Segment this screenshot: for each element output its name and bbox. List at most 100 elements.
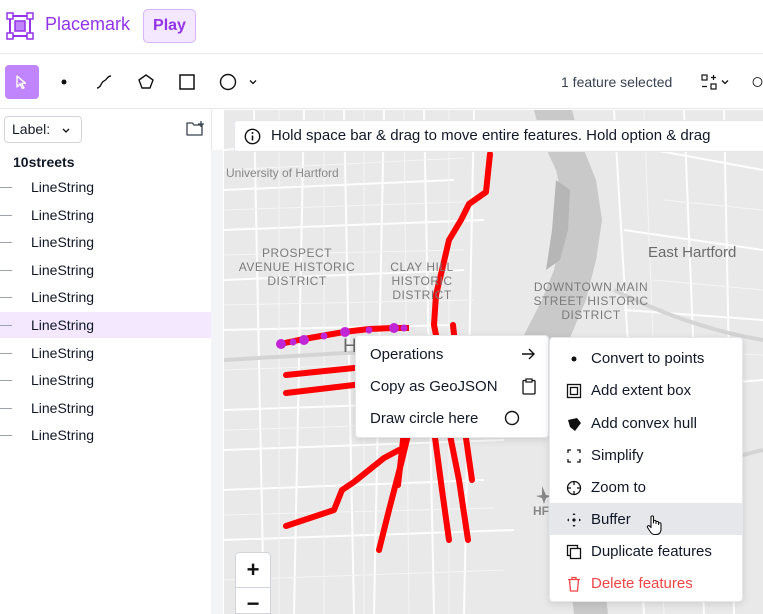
map-label-clay-hill-district: CLAY HILL HISTORIC DISTRICT (390, 260, 454, 302)
circle-tool-button[interactable] (211, 65, 245, 99)
menu-item-copy-geojson[interactable]: Copy as GeoJSON (356, 370, 550, 402)
circle-icon (219, 73, 237, 91)
label-select[interactable]: Label: (4, 116, 82, 143)
select-tool-button[interactable] (5, 65, 39, 99)
menu-item-add-convex-hull[interactable]: Add convex hull (550, 407, 743, 439)
tree-item-linestring[interactable]: LineString (0, 202, 211, 228)
menu-item-label: Delete features (591, 575, 693, 592)
menu-item-label: Buffer (591, 511, 631, 528)
operations-submenu: Convert to points Add extent box Add con… (549, 337, 743, 602)
polygon-icon (138, 74, 154, 89)
menu-item-convert-to-points[interactable]: Convert to points (550, 342, 743, 374)
circle-outline-icon (504, 410, 520, 430)
menu-item-delete-features[interactable]: Delete features (550, 567, 743, 599)
tree-item-label: LineString (31, 427, 95, 444)
sidebar-scrollbar[interactable] (211, 150, 223, 614)
tree-item-linestring[interactable]: LineString (0, 422, 211, 448)
menu-item-label: Copy as GeoJSON (370, 378, 498, 395)
tree-item-label: LineString (31, 372, 95, 389)
zoom-divider (236, 587, 270, 588)
buffer-icon (566, 512, 582, 528)
polygon-tool-button[interactable] (129, 65, 163, 99)
label-select-value: Label: (12, 121, 51, 137)
tree-item-linestring[interactable]: LineString (0, 229, 211, 255)
tree-item-label: LineString (31, 234, 95, 251)
menu-item-draw-circle[interactable]: Draw circle here (356, 402, 550, 434)
top-header: Placemark Play (0, 0, 763, 54)
point-tool-button[interactable] (47, 65, 81, 99)
rectangle-tool-button[interactable] (170, 65, 204, 99)
globe-button[interactable] (752, 65, 763, 99)
tree-item-linestring[interactable]: LineString (0, 340, 211, 366)
line-icon (96, 75, 112, 89)
app-name: Placemark (45, 14, 131, 34)
map-hint-text: Hold space bar & drag to move entire fea… (271, 127, 711, 144)
point-icon (61, 79, 67, 85)
extent-box-icon (566, 383, 582, 399)
map-label-prospect-district: PROSPECT AVENUE HISTORIC DISTRICT (238, 246, 356, 288)
map-label-university: University of Hartford (226, 166, 339, 180)
clipboard-icon (522, 378, 536, 399)
selection-status: 1 feature selected (561, 74, 673, 90)
tree-item-linestring[interactable]: LineString (0, 395, 211, 421)
menu-item-label: Draw circle here (370, 410, 479, 427)
tree-branch-line (0, 297, 12, 299)
hand-cursor-icon (646, 515, 662, 536)
crosshair-icon (566, 480, 582, 496)
tree-branch-line (0, 242, 12, 244)
menu-item-duplicate-features[interactable]: Duplicate features (550, 535, 743, 567)
tree-item-label: LineString (31, 317, 95, 333)
tree-folder-title[interactable]: 10streets (13, 154, 75, 170)
tree-item-linestring[interactable]: LineString (0, 284, 211, 310)
tree-item-label: LineString (31, 344, 95, 361)
menu-item-label: Zoom to (591, 479, 647, 496)
selection-mode-button[interactable] (696, 65, 734, 99)
tree-branch-line (0, 269, 12, 271)
add-folder-button[interactable] (186, 120, 205, 140)
cursor-arrow-icon (16, 75, 27, 90)
tree-branch-line (0, 407, 12, 409)
tree-branch-line (0, 435, 12, 437)
menu-item-label: Add convex hull (591, 415, 697, 432)
tree-item-label: LineString (31, 399, 95, 416)
menu-item-label: Simplify (591, 447, 644, 464)
menu-item-zoom-to[interactable]: Zoom to (550, 471, 743, 503)
convex-hull-icon (566, 416, 582, 432)
menu-item-add-extent-box[interactable]: Add extent box (550, 374, 743, 406)
zoom-controls: + − (235, 552, 271, 614)
dot-icon (566, 351, 582, 367)
tree-item-label: LineString (31, 206, 95, 223)
zoom-out-button[interactable]: − (236, 589, 270, 614)
menu-item-simplify[interactable]: Simplify (550, 439, 743, 471)
menu-item-label: Convert to points (591, 350, 705, 367)
tree-item-linestring[interactable]: LineString (0, 257, 211, 283)
shape-dropdown-button[interactable] (243, 65, 263, 99)
play-button[interactable]: Play (143, 9, 196, 43)
tree-branch-line (0, 214, 12, 216)
tree-item-label: LineString (31, 289, 95, 306)
menu-item-label: Operations (370, 346, 444, 363)
tree-item-linestring[interactable]: LineString (0, 312, 211, 338)
placemark-logo-icon[interactable] (6, 12, 34, 40)
arrow-right-icon (520, 346, 536, 366)
zoom-in-button[interactable]: + (236, 555, 270, 587)
context-menu: Operations Copy as GeoJSON Draw circle h… (355, 335, 549, 438)
menu-item-operations[interactable]: Operations (356, 338, 550, 370)
tree-branch-line (0, 380, 12, 382)
tree-branch-line (0, 187, 12, 188)
feature-sidebar: Label: 10streets LineString LineString Lin… (0, 110, 212, 614)
folder-plus-icon (186, 121, 204, 136)
tree-item-label: LineString (31, 261, 95, 278)
tree-item-linestring[interactable]: LineString (0, 174, 211, 200)
menu-item-label: Add extent box (591, 382, 692, 399)
info-icon (244, 128, 261, 145)
selection-mode-icon (700, 74, 717, 90)
tree-branch-line (0, 325, 12, 326)
chevron-down-icon (721, 80, 728, 85)
map-label-east-hartford: East Hartford (648, 244, 737, 261)
tree-item-linestring[interactable]: LineString (0, 367, 211, 393)
chevron-down-icon (249, 80, 257, 85)
map-label-hf: HF (533, 504, 549, 518)
line-tool-button[interactable] (87, 65, 121, 99)
tree-branch-line (0, 352, 12, 354)
